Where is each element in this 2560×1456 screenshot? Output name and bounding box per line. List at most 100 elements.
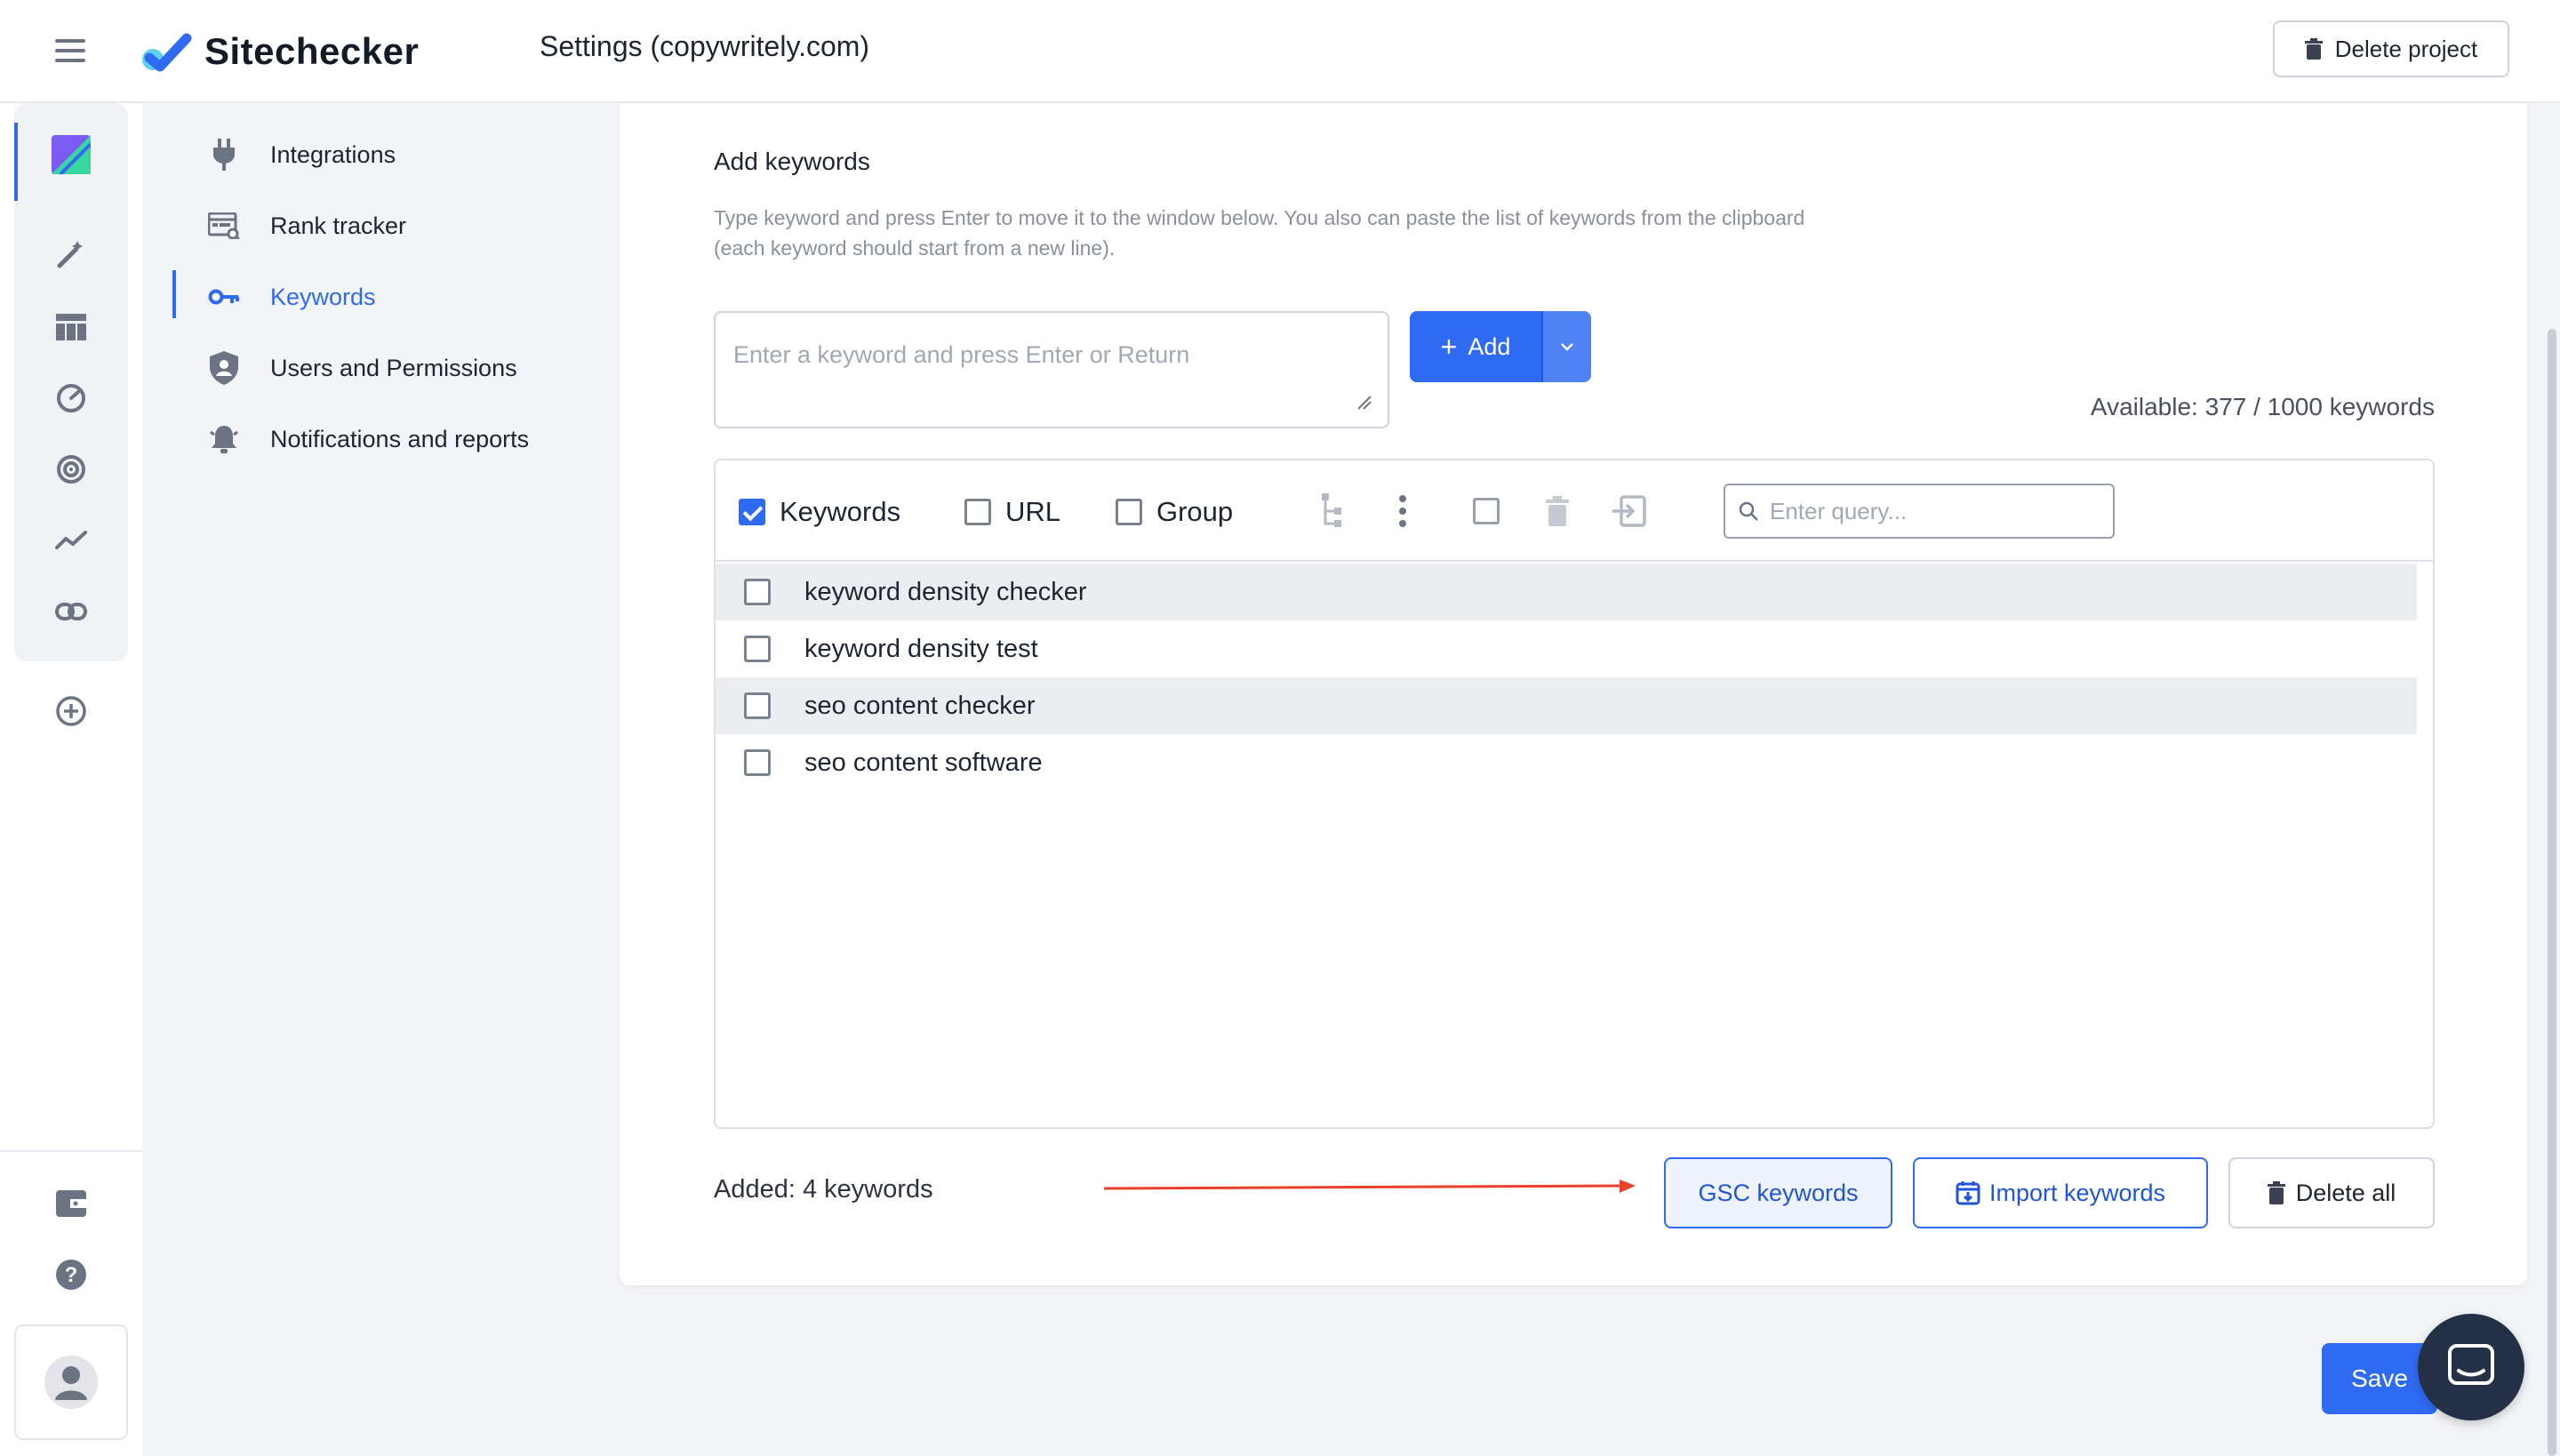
group-toggle-label: Group <box>1156 496 1234 527</box>
help-icon[interactable]: ? <box>53 1257 89 1292</box>
toggle-group-column[interactable]: Group <box>1116 496 1233 528</box>
resize-grip-icon[interactable] <box>1355 393 1372 411</box>
link-icon[interactable] <box>53 594 89 629</box>
add-dropdown-button[interactable] <box>1541 311 1591 382</box>
keyword-input[interactable] <box>714 311 1389 428</box>
help-text-line-1: Type keyword and press Enter to move it … <box>714 206 1805 229</box>
select-all-box <box>1473 498 1500 524</box>
save-label: Save <box>2351 1364 2408 1392</box>
delete-project-button[interactable]: Delete project <box>2273 20 2509 77</box>
keyword-text: seo content checker <box>804 691 1036 720</box>
toggle-url-column[interactable]: URL <box>964 496 1060 528</box>
trend-icon[interactable] <box>53 523 89 558</box>
list-search-box[interactable] <box>1724 484 2115 539</box>
user-avatar-icon <box>44 1356 98 1409</box>
gsc-keywords-button[interactable]: GSC keywords <box>1664 1157 1892 1228</box>
rail-divider <box>0 1150 142 1152</box>
help-text-line-2: (each keyword should start from a new li… <box>714 236 1116 260</box>
import-keywords-label: Import keywords <box>1988 1179 2166 1206</box>
arrow-annotation-icon <box>1104 1180 1636 1193</box>
added-keywords-count: Added: 4 keywords <box>714 1175 933 1204</box>
help-text: Type keyword and press Enter to move it … <box>714 203 2047 263</box>
trash-icon <box>2267 1181 2285 1204</box>
row-checkbox[interactable] <box>744 579 771 605</box>
keyword-row[interactable]: seo content checker <box>716 677 2417 734</box>
page-scrollbar-thumb[interactable] <box>2548 329 2556 1456</box>
list-scrollbar[interactable] <box>2419 562 2433 1127</box>
trash-icon <box>2304 38 2323 60</box>
row-checkbox[interactable] <box>744 749 771 776</box>
add-project-icon[interactable] <box>53 693 89 729</box>
keywords-card: Add keywords Type keyword and press Ente… <box>620 103 2527 1285</box>
gsc-keywords-label: GSC keywords <box>1698 1179 1859 1206</box>
nav-item-rank-tracker[interactable]: Rank tracker <box>142 199 620 252</box>
keyword-list-panel: Keywords URL Group Enter query... keywor… <box>714 459 2435 1129</box>
available-keywords-count: Available: 377 / 1000 keywords <box>2090 393 2435 420</box>
toggle-keywords-column[interactable]: Keywords <box>739 496 900 528</box>
project-icon[interactable] <box>52 135 91 174</box>
speedometer-icon[interactable] <box>53 380 89 416</box>
page-title: Settings (copywritely.com) <box>540 30 870 62</box>
more-options-icon[interactable] <box>1384 492 1421 530</box>
wallet-icon[interactable] <box>53 1186 89 1221</box>
select-all-checkbox[interactable] <box>1468 492 1505 530</box>
magic-wand-icon[interactable] <box>53 236 89 272</box>
sitechecker-logo-icon <box>142 33 192 72</box>
keywords-checkbox[interactable] <box>739 499 765 525</box>
list-toolbar: Keywords URL Group <box>716 460 2433 562</box>
icon-rail: ? <box>0 103 142 1456</box>
delete-all-label: Delete all <box>2295 1179 2396 1206</box>
search-icon <box>1739 501 1758 521</box>
plug-icon <box>206 137 242 172</box>
add-button-label: Add <box>1468 332 1511 360</box>
page-scrollbar[interactable] <box>2544 103 2560 1456</box>
menu-icon[interactable] <box>55 39 85 62</box>
delete-project-label: Delete project <box>2334 35 2478 62</box>
keyword-row[interactable]: keyword density checker <box>716 564 2417 620</box>
import-keywords-button[interactable]: Import keywords <box>1913 1157 2208 1228</box>
logo[interactable]: Sitechecker <box>140 27 419 76</box>
list-search-input[interactable] <box>1770 497 2099 525</box>
bell-icon <box>206 421 242 457</box>
row-checkbox[interactable] <box>744 636 771 662</box>
delete-selected-icon[interactable] <box>1539 492 1576 530</box>
delete-all-button[interactable]: Delete all <box>2228 1157 2435 1228</box>
tree-structure-icon[interactable] <box>1313 492 1350 530</box>
keyword-row[interactable]: seo content software <box>716 734 2417 791</box>
keyword-text: keyword density checker <box>804 577 1087 606</box>
table-icon[interactable] <box>53 309 89 345</box>
radar-icon[interactable] <box>53 452 89 487</box>
nav-item-integrations[interactable]: Integrations <box>142 128 620 181</box>
keyword-text: seo content software <box>804 748 1043 777</box>
keyword-text: keyword density test <box>804 634 1038 663</box>
row-checkbox[interactable] <box>744 692 771 719</box>
logo-text: Sitechecker <box>204 30 420 72</box>
rank-tracker-icon <box>206 208 242 244</box>
chat-icon <box>2448 1344 2494 1385</box>
chevron-down-icon <box>1561 343 1573 351</box>
key-icon <box>206 279 242 315</box>
url-toggle-label: URL <box>1005 496 1061 527</box>
url-checkbox[interactable] <box>964 499 991 525</box>
nav-label-users-permissions: Users and Permissions <box>270 354 517 381</box>
nav-label-notifications: Notifications and reports <box>270 425 530 452</box>
move-to-group-icon[interactable] <box>1610 492 1647 530</box>
calendar-import-icon <box>1956 1181 1980 1205</box>
group-checkbox[interactable] <box>1116 499 1142 525</box>
nav-item-notifications[interactable]: Notifications and reports <box>142 412 620 466</box>
nav-label-integrations: Integrations <box>270 140 396 168</box>
nav-active-indicator <box>172 270 176 318</box>
keywords-toggle-label: Keywords <box>780 496 901 527</box>
nav-item-users-permissions[interactable]: Users and Permissions <box>142 341 620 395</box>
keyword-row[interactable]: keyword density test <box>716 620 2417 677</box>
nav-label-rank-tracker: Rank tracker <box>270 212 407 239</box>
svg-text:?: ? <box>65 1263 78 1287</box>
settings-nav: Integrations Rank tracker Keywords Users… <box>142 103 620 1456</box>
shield-user-icon <box>206 350 242 386</box>
nav-item-keywords[interactable]: Keywords <box>142 270 620 324</box>
nav-label-keywords: Keywords <box>270 283 376 310</box>
avatar[interactable] <box>14 1324 128 1440</box>
rail-active-indicator <box>14 123 18 201</box>
chat-widget-button[interactable] <box>2418 1314 2524 1420</box>
add-button[interactable]: + Add <box>1410 311 1541 382</box>
